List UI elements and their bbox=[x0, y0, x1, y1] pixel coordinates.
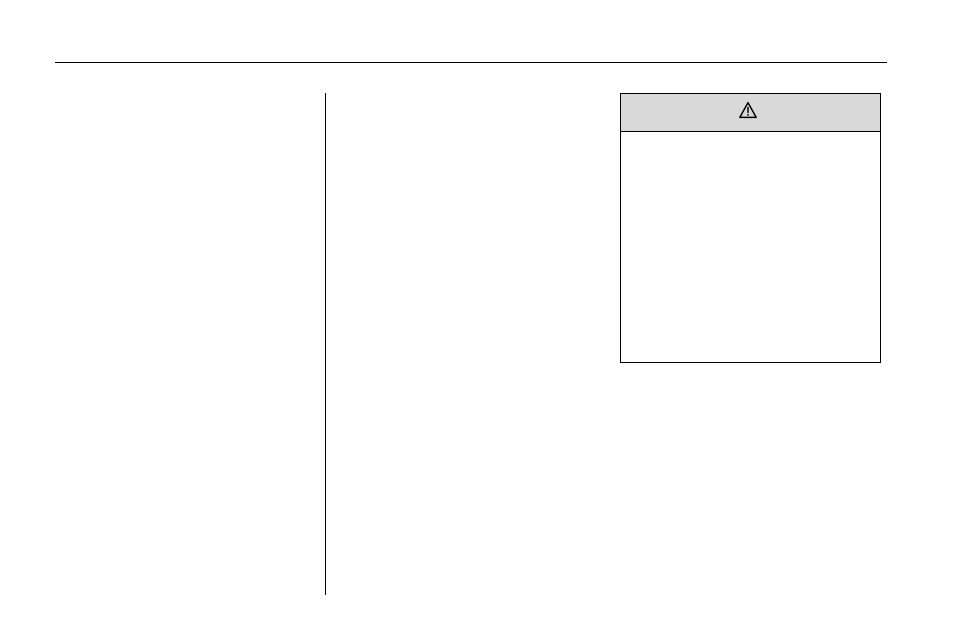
column-3 bbox=[620, 93, 887, 595]
manual-page bbox=[55, 62, 887, 595]
header-rule bbox=[55, 62, 887, 63]
column-container bbox=[55, 93, 887, 595]
caution-box bbox=[620, 93, 881, 363]
column-2 bbox=[325, 93, 620, 595]
caution-header bbox=[621, 94, 880, 132]
caution-body bbox=[621, 132, 880, 362]
column-1 bbox=[55, 93, 325, 595]
warning-icon bbox=[738, 101, 758, 124]
